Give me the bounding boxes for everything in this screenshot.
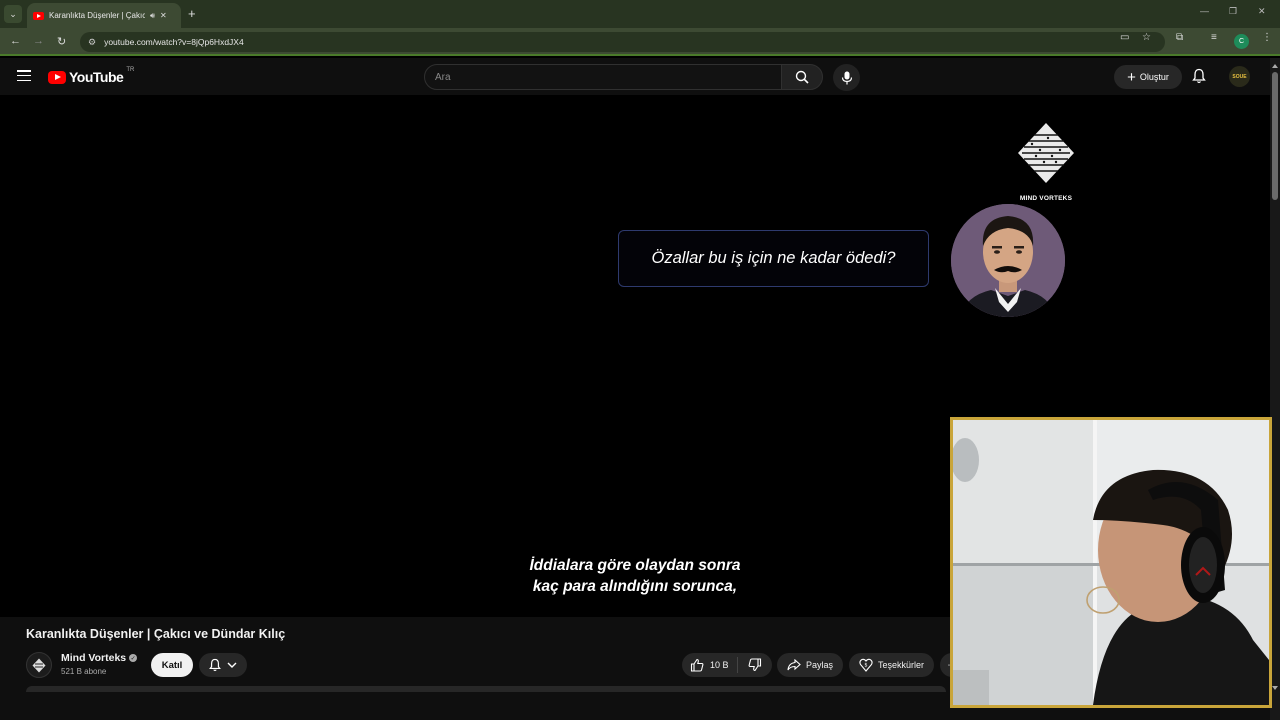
forward-arrow-icon[interactable]: → (33, 35, 44, 47)
subtitle-line-2: kaç para alındığını sorunca, (532, 578, 738, 595)
channel-watermark: MIND VORTEKS (1013, 121, 1079, 202)
thanks-button[interactable]: $ Teşekkürler (849, 653, 934, 677)
reload-icon[interactable]: ↻ (57, 35, 66, 48)
tab-title: Karanlıkta Düşenler | Çakıcı (49, 11, 145, 20)
search-icon (795, 70, 809, 84)
thumbs-up-icon (690, 658, 704, 672)
extensions-icon[interactable]: ⧉ (1176, 32, 1183, 43)
search-button[interactable] (781, 64, 823, 90)
like-count: 10 B (710, 660, 729, 670)
scrollbar-thumb[interactable] (1272, 72, 1278, 200)
like-button[interactable]: 10 B (682, 657, 738, 673)
quote-text: Özallar bu iş için ne kadar ödedi? (651, 249, 896, 267)
like-dislike-group: 10 B (682, 653, 772, 677)
webcam-feed-image (953, 420, 1269, 705)
thanks-heart-icon: $ (859, 658, 873, 672)
portrait-image (951, 204, 1065, 317)
browser-toolbar: ← → ↻ ⚙︎ youtube.com/watch?v=8jQp6HxdJX4… (0, 28, 1280, 56)
address-bar[interactable]: ⚙︎ youtube.com/watch?v=8jQp6HxdJX4 (80, 32, 1165, 52)
thanks-label: Teşekkürler (877, 660, 924, 670)
chevron-down-icon: ⌄ (9, 8, 17, 19)
account-avatar[interactable]: SOUE (1229, 66, 1250, 87)
youtube-play-icon (48, 70, 66, 84)
dislike-button[interactable] (738, 658, 772, 672)
close-tab-icon[interactable]: ✕ (160, 11, 167, 20)
bell-icon (209, 658, 221, 672)
channel-avatar[interactable] (26, 652, 52, 678)
scroll-down-icon[interactable] (1272, 686, 1278, 690)
speaker-icon[interactable]: 🔊︎ (150, 11, 155, 21)
join-button[interactable]: Katıl (151, 653, 193, 677)
share-button[interactable]: Paylaş (777, 653, 843, 677)
description-box[interactable] (26, 686, 946, 692)
mind-vorteks-logo-icon (1018, 123, 1074, 183)
reading-list-icon[interactable]: ≡ (1211, 32, 1217, 43)
webcam-overlay (950, 417, 1272, 708)
notifications-button[interactable] (1192, 68, 1206, 89)
scroll-up-icon[interactable] (1272, 64, 1278, 68)
youtube-wordmark: YouTube (69, 69, 124, 85)
channel-name[interactable]: Mind Vorteks ✓ (61, 652, 138, 664)
youtube-logo[interactable]: YouTube TR (48, 67, 135, 85)
window-close-icon[interactable]: ✕ (1258, 6, 1266, 17)
voice-search-button[interactable] (833, 64, 860, 91)
country-code: TR (126, 67, 135, 73)
share-arrow-icon (787, 659, 801, 671)
browser-menu-icon[interactable]: ⋮ (1262, 32, 1272, 43)
plus-icon: + (1127, 68, 1136, 86)
browser-tab-bar: ⌄ Karanlıkta Düşenler | Çakıcı 🔊︎ ✕ + — … (0, 0, 1280, 28)
bookmark-star-icon[interactable]: ☆ (1142, 32, 1151, 43)
new-tab-button[interactable]: + (188, 6, 196, 21)
chevron-down-icon (227, 662, 237, 668)
restore-icon[interactable]: ❐ (1229, 6, 1237, 17)
thumbs-down-icon (748, 658, 762, 672)
hamburger-menu-icon[interactable] (17, 70, 31, 81)
url-text: youtube.com/watch?v=8jQp6HxdJX4 (104, 37, 244, 47)
video-subtitle: İddialara göre olaydan sonra kaç para al… (435, 555, 835, 597)
bell-icon (1192, 68, 1206, 84)
youtube-favicon-icon (33, 11, 44, 20)
subtitle-line-1: İddialara göre olaydan sonra (529, 557, 741, 574)
subscriber-count: 521 B abone (61, 667, 107, 676)
subscription-notification-button[interactable] (199, 653, 247, 677)
channel-logo-icon (32, 658, 46, 672)
watermark-label: MIND VORTEKS (1019, 195, 1073, 202)
share-label: Paylaş (805, 660, 833, 670)
create-label: Oluştur (1139, 72, 1169, 82)
quote-box: Özallar bu iş için ne kadar ödedi? (618, 230, 929, 287)
cast-icon[interactable]: ▭ (1120, 32, 1129, 43)
minimize-icon[interactable]: — (1200, 6, 1209, 16)
svg-text:$: $ (864, 663, 867, 669)
microphone-icon (841, 71, 852, 84)
video-title: Karanlıkta Düşenler | Çakıcı ve Dündar K… (26, 627, 286, 641)
search-box[interactable] (424, 64, 782, 90)
profile-avatar[interactable]: C (1234, 34, 1249, 49)
verified-check-icon: ✓ (129, 654, 138, 662)
back-arrow-icon[interactable]: ← (10, 35, 21, 47)
tab-search-button[interactable]: ⌄ (4, 5, 22, 23)
youtube-header: YouTube TR + Oluştur SOUE (0, 58, 1270, 95)
browser-tab-active[interactable]: Karanlıkta Düşenler | Çakıcı 🔊︎ ✕ (27, 3, 181, 28)
site-info-icon[interactable]: ⚙︎ (88, 37, 96, 48)
create-button[interactable]: + Oluştur (1114, 65, 1182, 89)
channel-name-text: Mind Vorteks (61, 652, 127, 664)
search-input[interactable] (435, 71, 781, 83)
